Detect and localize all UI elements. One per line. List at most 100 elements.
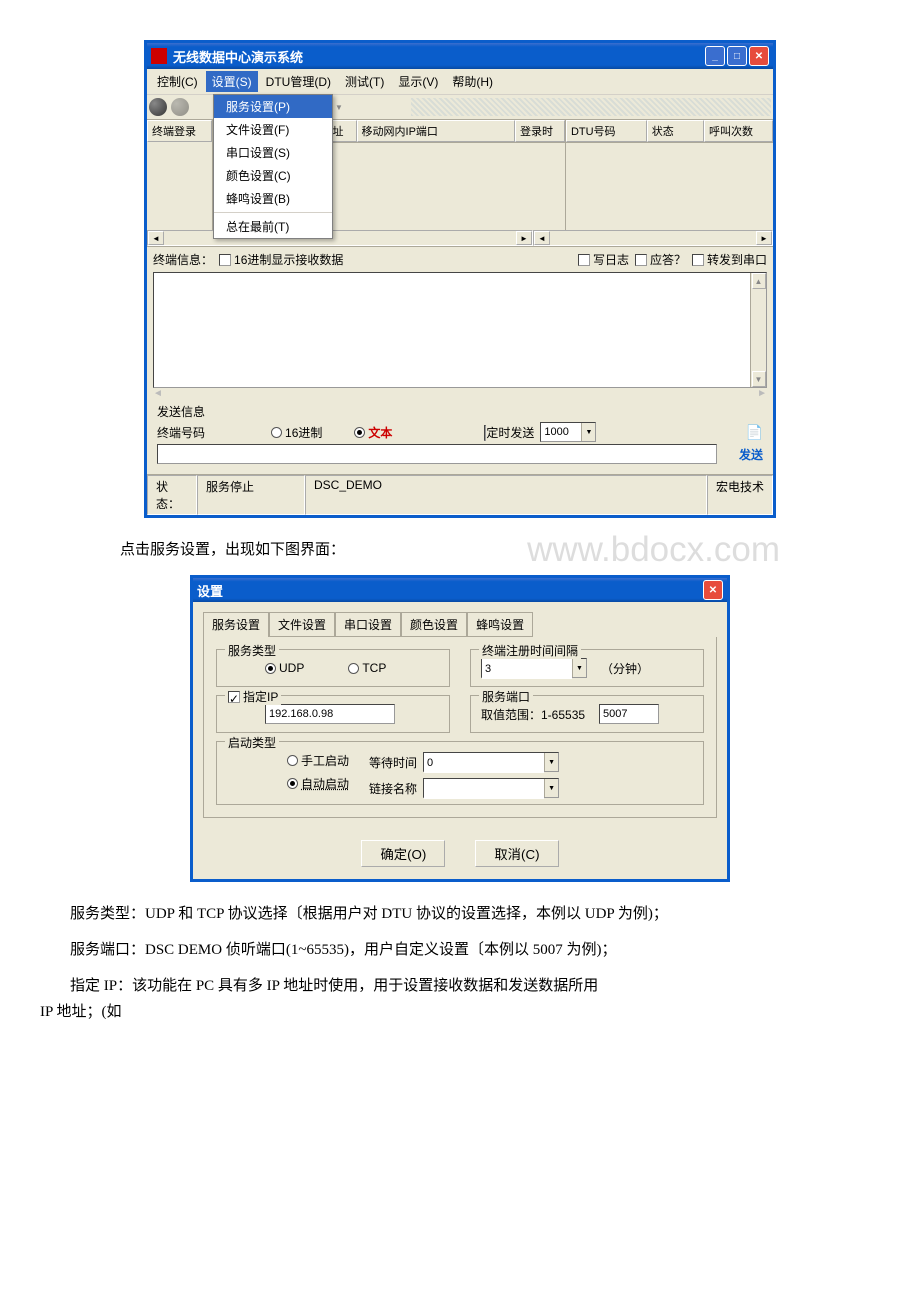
- menu-settings[interactable]: 设置(S): [206, 71, 258, 92]
- wait-time-combo[interactable]: ▼: [423, 752, 559, 772]
- titlebar[interactable]: 无线数据中心演示系统 _ □ ✕: [147, 43, 773, 69]
- company-label: 宏电技术: [707, 475, 773, 515]
- service-status: 服务停止: [197, 475, 305, 515]
- show-hex-checkbox[interactable]: 16进制显示接收数据: [219, 251, 343, 268]
- dialog-buttons: 确定(O) 取消(C): [193, 828, 727, 879]
- hscroll-left[interactable]: ◄ ►: [147, 230, 533, 246]
- forward-serial-checkbox[interactable]: 转发到串口: [692, 251, 767, 268]
- port-range-label: 取值范围：1-65535: [481, 706, 585, 723]
- scroll-down-icon[interactable]: ▼: [752, 371, 766, 387]
- menu-buzzer-settings[interactable]: 蜂鸣设置(B): [214, 187, 332, 210]
- menu-test[interactable]: 测试(T): [339, 71, 390, 92]
- col-call-count[interactable]: 呼叫次数: [704, 120, 773, 142]
- ip-input[interactable]: [265, 704, 395, 724]
- text-radio[interactable]: 文本: [354, 424, 392, 441]
- udp-radio[interactable]: UDP: [265, 661, 304, 675]
- timed-send-checkbox[interactable]: 定时发送: [484, 424, 534, 441]
- terminal-info-textarea[interactable]: ▲ ▼: [153, 272, 767, 388]
- col-dtu-code[interactable]: DTU号码: [566, 120, 647, 142]
- tabs: 服务设置 文件设置 串口设置 颜色设置 蜂鸣设置: [193, 602, 727, 637]
- port-input[interactable]: [599, 704, 659, 724]
- write-log-checkbox[interactable]: 写日志: [578, 251, 629, 268]
- menu-service-settings[interactable]: 服务设置(P): [214, 95, 332, 118]
- status-label: 状态：: [147, 475, 197, 515]
- chevron-down-icon[interactable]: ▼: [544, 779, 558, 797]
- respond-checkbox[interactable]: 应答？: [635, 251, 686, 268]
- table-headers-left: 地址 移动网内IP端口 登录时: [317, 120, 565, 143]
- tab-color[interactable]: 颜色设置: [401, 612, 467, 637]
- right-panel: 地址 移动网内IP端口 登录时: [317, 120, 565, 230]
- close-icon[interactable]: ✕: [703, 580, 723, 600]
- interval-combo[interactable]: ▼: [540, 422, 596, 442]
- stop-icon[interactable]: [171, 98, 189, 116]
- menu-control[interactable]: 控制(C): [151, 71, 204, 92]
- reg-interval-input[interactable]: [482, 659, 572, 679]
- scroll-left-icon[interactable]: ◄: [534, 231, 550, 245]
- send-input-row: 发送: [157, 444, 763, 464]
- auto-start-radio[interactable]: 自动启动: [287, 775, 349, 792]
- left-column-header[interactable]: 终端登录: [147, 120, 212, 142]
- specify-ip-fieldset: ✓指定IP: [216, 695, 450, 733]
- dropdown-zone: 服务设置(P) 文件设置(F) 串口设置(S) 颜色设置(C) 蜂鸣设置(B) …: [213, 120, 317, 230]
- col-login-time[interactable]: 登录时: [515, 120, 565, 142]
- chevron-down-icon[interactable]: ▼: [572, 659, 586, 677]
- ok-button[interactable]: 确定(O): [361, 840, 445, 867]
- link-name-label: 链接名称: [369, 780, 417, 797]
- scroll-left-icon[interactable]: ◄: [148, 231, 164, 245]
- interval-input[interactable]: [541, 423, 581, 441]
- hex-radio[interactable]: 16进制: [271, 424, 322, 441]
- specify-ip-checkbox[interactable]: ✓指定IP: [228, 688, 278, 705]
- chevron-down-icon[interactable]: ▼: [544, 753, 558, 771]
- menu-file-settings[interactable]: 文件设置(F): [214, 118, 332, 141]
- maximize-icon[interactable]: □: [727, 46, 747, 66]
- scroll-right-icon[interactable]: ►: [757, 388, 767, 399]
- tab-file[interactable]: 文件设置: [269, 612, 335, 637]
- scroll-up-icon[interactable]: ▲: [752, 273, 766, 289]
- menu-serial-settings[interactable]: 串口设置(S): [214, 141, 332, 164]
- chevron-down-icon[interactable]: ▼: [335, 103, 343, 112]
- menu-always-front[interactable]: 总在最前(T): [214, 215, 332, 238]
- caption-1: 点击服务设置，出现如下图界面：: [120, 538, 880, 559]
- minimize-icon[interactable]: _: [705, 46, 725, 66]
- tcp-radio[interactable]: TCP: [348, 661, 386, 675]
- record-icon[interactable]: [149, 98, 167, 116]
- menu-dtu-manage[interactable]: DTU管理(D): [260, 71, 337, 92]
- link-name-input[interactable]: [424, 779, 544, 799]
- left-panel: 终端登录: [147, 120, 213, 230]
- send-button[interactable]: 📄: [746, 424, 763, 441]
- body-para-3b: IP 地址；(如: [40, 1000, 880, 1024]
- link-name-combo[interactable]: ▼: [423, 778, 559, 798]
- wait-time-input[interactable]: [424, 753, 544, 773]
- send-section-label: 发送信息: [157, 403, 763, 420]
- right-panel-2: DTU号码 状态 呼叫次数: [565, 120, 773, 230]
- service-type-fieldset: 服务类型 UDP TCP: [216, 649, 450, 687]
- col-status[interactable]: 状态: [647, 120, 704, 142]
- send-button-label[interactable]: 发送: [739, 446, 763, 463]
- tab-service[interactable]: 服务设置: [203, 612, 269, 637]
- service-port-fieldset: 服务端口 取值范围：1-65535: [470, 695, 704, 733]
- manual-start-radio[interactable]: 手工启动: [287, 752, 349, 769]
- start-type-legend: 启动类型: [225, 734, 279, 751]
- specify-ip-legend: ✓指定IP: [225, 688, 281, 705]
- scroll-left-icon[interactable]: ◄: [153, 388, 163, 399]
- chevron-down-icon[interactable]: ▼: [581, 423, 595, 441]
- cancel-button[interactable]: 取消(C): [475, 840, 558, 867]
- menu-display[interactable]: 显示(V): [392, 71, 444, 92]
- menu-help[interactable]: 帮助(H): [446, 71, 499, 92]
- send-icon: 📄: [746, 424, 763, 441]
- toolbar-pattern: [411, 98, 771, 116]
- vertical-scrollbar[interactable]: ▲ ▼: [750, 273, 766, 387]
- send-text-input[interactable]: [157, 444, 717, 464]
- titlebar[interactable]: 设置 ✕: [193, 578, 727, 602]
- menu-separator: [214, 212, 332, 213]
- tab-serial[interactable]: 串口设置: [335, 612, 401, 637]
- reg-interval-combo[interactable]: ▼: [481, 658, 587, 678]
- scroll-right-icon[interactable]: ►: [516, 231, 532, 245]
- scroll-right-icon[interactable]: ►: [756, 231, 772, 245]
- close-icon[interactable]: ✕: [749, 46, 769, 66]
- tab-buzzer[interactable]: 蜂鸣设置: [467, 612, 533, 637]
- col-mobile-ip[interactable]: 移动网内IP端口: [357, 120, 515, 142]
- hscroll-right[interactable]: ◄ ►: [533, 230, 773, 246]
- window-title: 无线数据中心演示系统: [173, 47, 705, 66]
- menu-color-settings[interactable]: 颜色设置(C): [214, 164, 332, 187]
